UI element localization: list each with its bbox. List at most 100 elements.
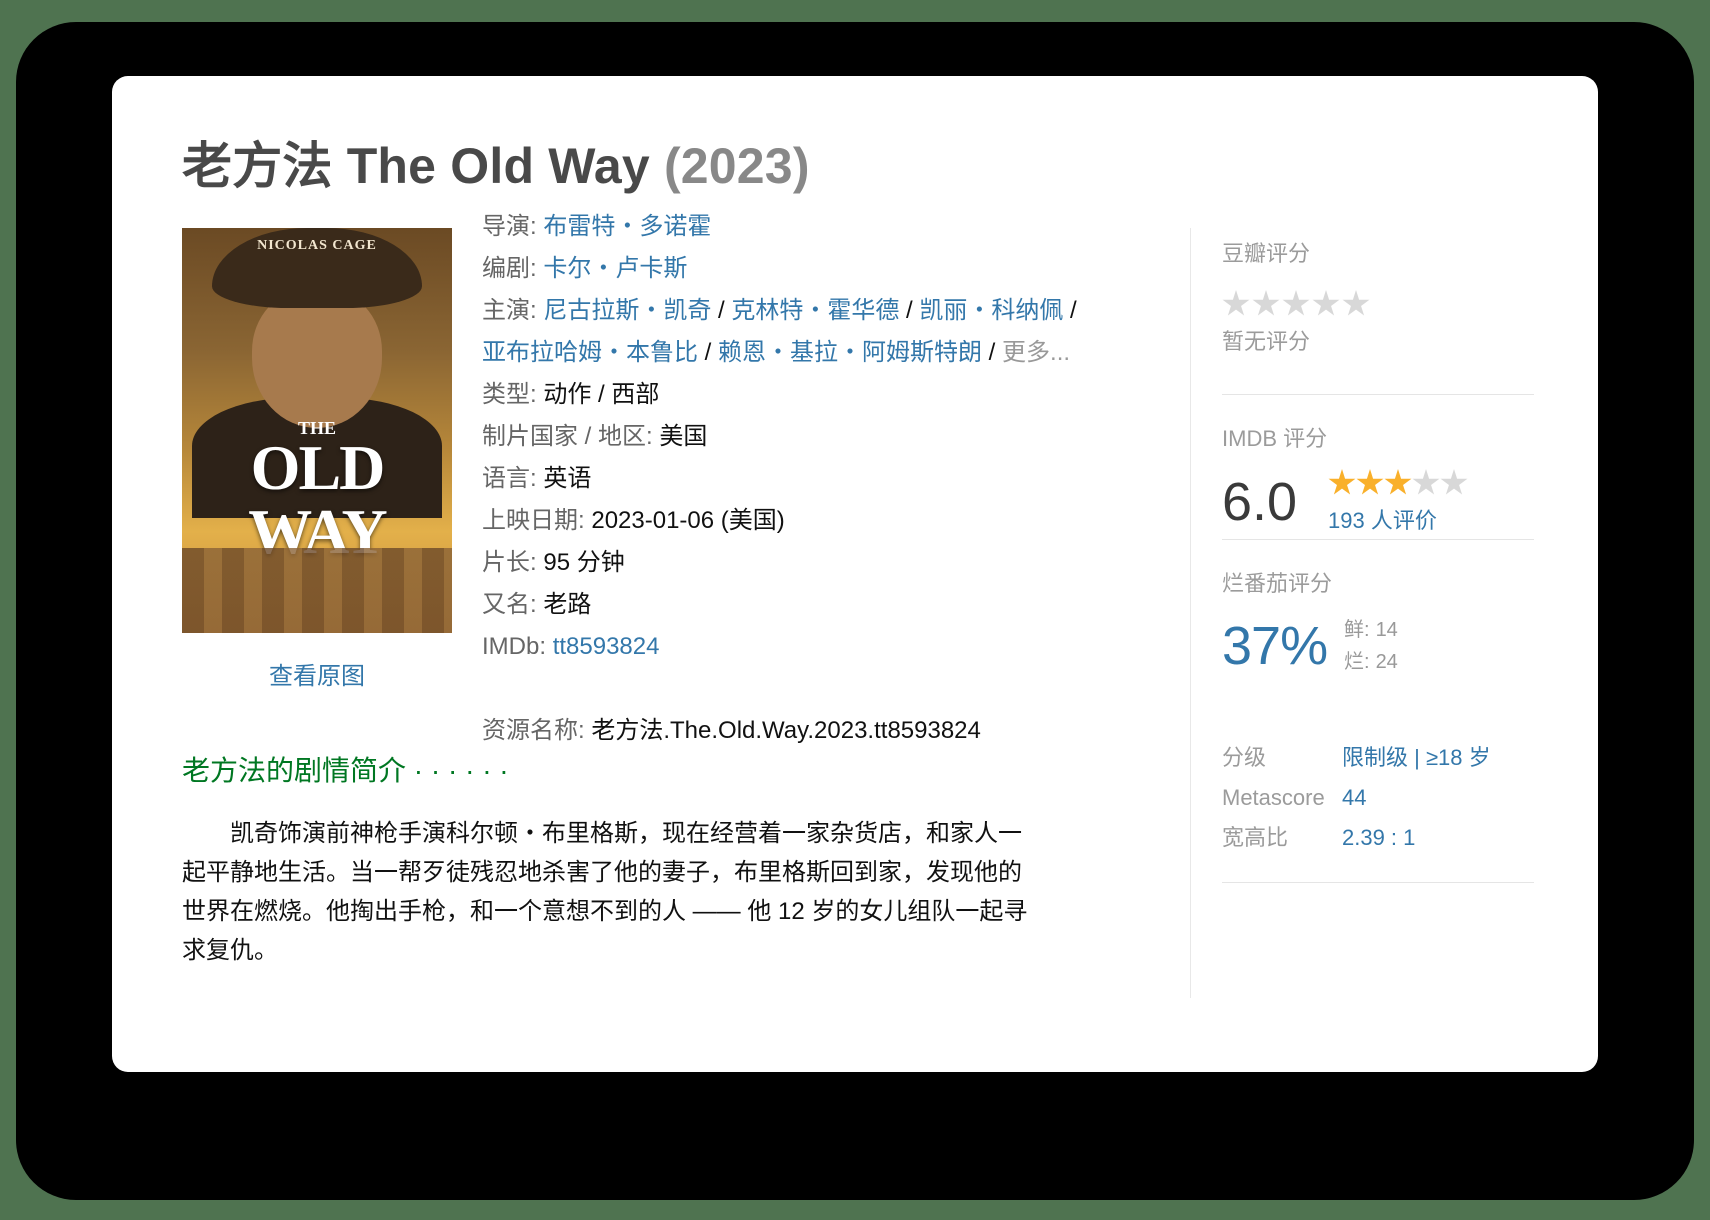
aspect-label: 宽高比 bbox=[1222, 825, 1289, 850]
movie-info: 导演: 布雷特・多诺霍 编剧: 卡尔・卢卡斯 主演: 尼古拉斯・凯奇 / 克林特… bbox=[482, 206, 1152, 752]
imdb-id-link[interactable]: tt8593824 bbox=[553, 633, 660, 660]
cast-separator: / bbox=[899, 297, 920, 324]
cast-separator: / bbox=[711, 297, 732, 324]
release-value: 2023-01-06 (美国) bbox=[591, 507, 785, 534]
resource-value: 老方法.The.Old.Way.2023.tt8593824 bbox=[591, 717, 981, 744]
synopsis-text: 凯奇饰演前神枪手演科尔顿・布里格斯，现在经营着一家杂货店，和家人一起平静地生活。… bbox=[182, 820, 1028, 964]
star-empty-icon bbox=[1312, 290, 1340, 316]
star-empty-icon bbox=[1342, 290, 1370, 316]
cast-separator: / bbox=[982, 339, 1003, 366]
rotten-fresh-row: 鲜: 14 bbox=[1344, 614, 1398, 646]
runtime-label: 片长: bbox=[482, 549, 537, 576]
star-filled-icon bbox=[1356, 469, 1384, 495]
star-empty-icon bbox=[1440, 469, 1468, 495]
genre-row: 类型: 动作 / 西部 bbox=[482, 374, 1152, 416]
aka-row: 又名: 老路 bbox=[482, 584, 1152, 626]
metascore-label: Metascore bbox=[1222, 785, 1325, 810]
synopsis-heading: 老方法的剧情简介 · · · · · · bbox=[182, 755, 509, 786]
star-filled-icon bbox=[1384, 469, 1412, 495]
resource-row: 资源名称: 老方法.The.Old.Way.2023.tt8593824 bbox=[482, 710, 1152, 752]
cast-row-1: 主演: 尼古拉斯・凯奇 / 克林特・霍华德 / 凯丽・科纳佩 / bbox=[482, 290, 1152, 332]
director-row: 导演: 布雷特・多诺霍 bbox=[482, 206, 1152, 248]
star-empty-icon bbox=[1412, 469, 1440, 495]
imdb-label: IMDb: bbox=[482, 633, 547, 660]
writer-label: 编剧: bbox=[482, 255, 537, 282]
metascore-row: Metascore 44 bbox=[1222, 778, 1534, 818]
rotten-count: 24 bbox=[1375, 651, 1398, 673]
rotten-count-label: 烂: bbox=[1344, 651, 1370, 673]
country-label: 制片国家 / 地区: bbox=[482, 423, 653, 450]
section-divider bbox=[1222, 882, 1534, 883]
rotten-rotten-row: 烂: 24 bbox=[1344, 646, 1398, 678]
genre-label: 类型: bbox=[482, 381, 537, 408]
resource-label: 资源名称: bbox=[482, 717, 585, 744]
imdb-rating-label: IMDB 评分 bbox=[1222, 426, 1328, 451]
movie-card: 老方法 The Old Way (2023) NICOLAS CAGE THE … bbox=[112, 76, 1598, 1072]
rating-value: 限制级 | ≥18 岁 bbox=[1342, 745, 1491, 770]
cast-link[interactable]: 亚布拉哈姆・本鲁比 bbox=[482, 339, 698, 366]
cast-separator: / bbox=[1063, 297, 1077, 324]
star-filled-icon bbox=[1328, 469, 1356, 495]
aka-value: 老路 bbox=[543, 591, 592, 618]
page-title: 老方法 The Old Way (2023) bbox=[182, 126, 810, 198]
rating-label: 分级 bbox=[1222, 745, 1267, 770]
imdb-vote-count[interactable]: 193 人评价 bbox=[1328, 503, 1468, 535]
star-empty-icon bbox=[1252, 290, 1280, 316]
cast-link[interactable]: 凯丽・科纳佩 bbox=[919, 297, 1063, 324]
star-empty-icon bbox=[1282, 290, 1310, 316]
poster-figure-face bbox=[252, 288, 382, 428]
aspect-row: 宽高比 2.39 : 1 bbox=[1222, 818, 1534, 858]
metascore-value: 44 bbox=[1342, 785, 1367, 810]
rotten-detail: 鲜: 14 烂: 24 bbox=[1344, 614, 1398, 678]
rotten-tomatoes-section: 烂番茄评分 37% 鲜: 14 烂: 24 bbox=[1222, 540, 1534, 678]
rating-row: 分级 限制级 | ≥18 岁 bbox=[1222, 738, 1534, 778]
cast-more-link[interactable]: 更多... bbox=[1002, 339, 1070, 366]
language-row: 语言: 英语 bbox=[482, 458, 1152, 500]
cast-separator: / bbox=[698, 339, 719, 366]
imdb-row: IMDb: tt8593824 bbox=[482, 626, 1152, 668]
douban-rating-label: 豆瓣评分 bbox=[1222, 241, 1311, 266]
cast-link[interactable]: 赖恩・基拉・阿姆斯特朗 bbox=[718, 339, 982, 366]
cast-link[interactable]: 克林特・霍华德 bbox=[731, 297, 899, 324]
imdb-stars bbox=[1328, 469, 1468, 497]
release-row: 上映日期: 2023-01-06 (美国) bbox=[482, 500, 1152, 542]
fresh-count: 14 bbox=[1375, 619, 1398, 641]
sidebar-divider bbox=[1190, 228, 1191, 998]
douban-no-rating: 暂无评分 bbox=[1222, 329, 1311, 354]
view-original-link[interactable]: 查看原图 bbox=[182, 656, 452, 691]
release-label: 上映日期: bbox=[482, 507, 585, 534]
movie-poster[interactable]: NICOLAS CAGE THE OLD WAY bbox=[182, 228, 452, 633]
genre-value: 动作 / 西部 bbox=[543, 381, 660, 408]
aspect-value: 2.39 : 1 bbox=[1342, 825, 1416, 850]
movie-year: (2023) bbox=[663, 138, 810, 194]
douban-rating-section: 豆瓣评分 暂无评分 bbox=[1222, 236, 1534, 394]
poster-town-scene bbox=[182, 548, 452, 633]
douban-stars bbox=[1222, 290, 1534, 318]
cast-row-2: 亚布拉哈姆・本鲁比 / 赖恩・基拉・阿姆斯特朗 / 更多... bbox=[482, 332, 1152, 374]
rotten-score-row: 37% 鲜: 14 烂: 24 bbox=[1222, 614, 1534, 678]
star-empty-icon bbox=[1222, 290, 1250, 316]
imdb-score: 6.0 bbox=[1222, 472, 1298, 532]
cast-link[interactable]: 尼古拉斯・凯奇 bbox=[543, 297, 711, 324]
extra-meta: 分级 限制级 | ≥18 岁 Metascore 44 宽高比 2.39 : 1 bbox=[1222, 738, 1534, 858]
cast-label: 主演: bbox=[482, 297, 537, 324]
fresh-label: 鲜: bbox=[1344, 619, 1370, 641]
poster-actor-text: NICOLAS CAGE bbox=[257, 238, 377, 253]
writer-link[interactable]: 卡尔・卢卡斯 bbox=[543, 255, 687, 282]
imdb-rating-section: IMDB 评分 6.0 193 人评价 bbox=[1222, 395, 1534, 539]
rotten-tomatoes-label: 烂番茄评分 bbox=[1222, 571, 1333, 596]
country-row: 制片国家 / 地区: 美国 bbox=[482, 416, 1152, 458]
movie-title: 老方法 The Old Way bbox=[182, 138, 650, 194]
director-label: 导演: bbox=[482, 213, 537, 240]
poster-title-text: OLD WAY bbox=[248, 432, 387, 567]
ratings-sidebar: 豆瓣评分 暂无评分 IMDB 评分 6.0 193 人评价 烂番茄评分 37% … bbox=[1222, 236, 1534, 883]
rotten-percent: 37% bbox=[1222, 616, 1328, 676]
runtime-value: 95 分钟 bbox=[543, 549, 625, 576]
country-value: 美国 bbox=[659, 423, 708, 450]
director-link[interactable]: 布雷特・多诺霍 bbox=[543, 213, 711, 240]
imdb-score-detail: 193 人评价 bbox=[1328, 469, 1468, 535]
language-value: 英语 bbox=[543, 465, 592, 492]
runtime-row: 片长: 95 分钟 bbox=[482, 542, 1152, 584]
language-label: 语言: bbox=[482, 465, 537, 492]
